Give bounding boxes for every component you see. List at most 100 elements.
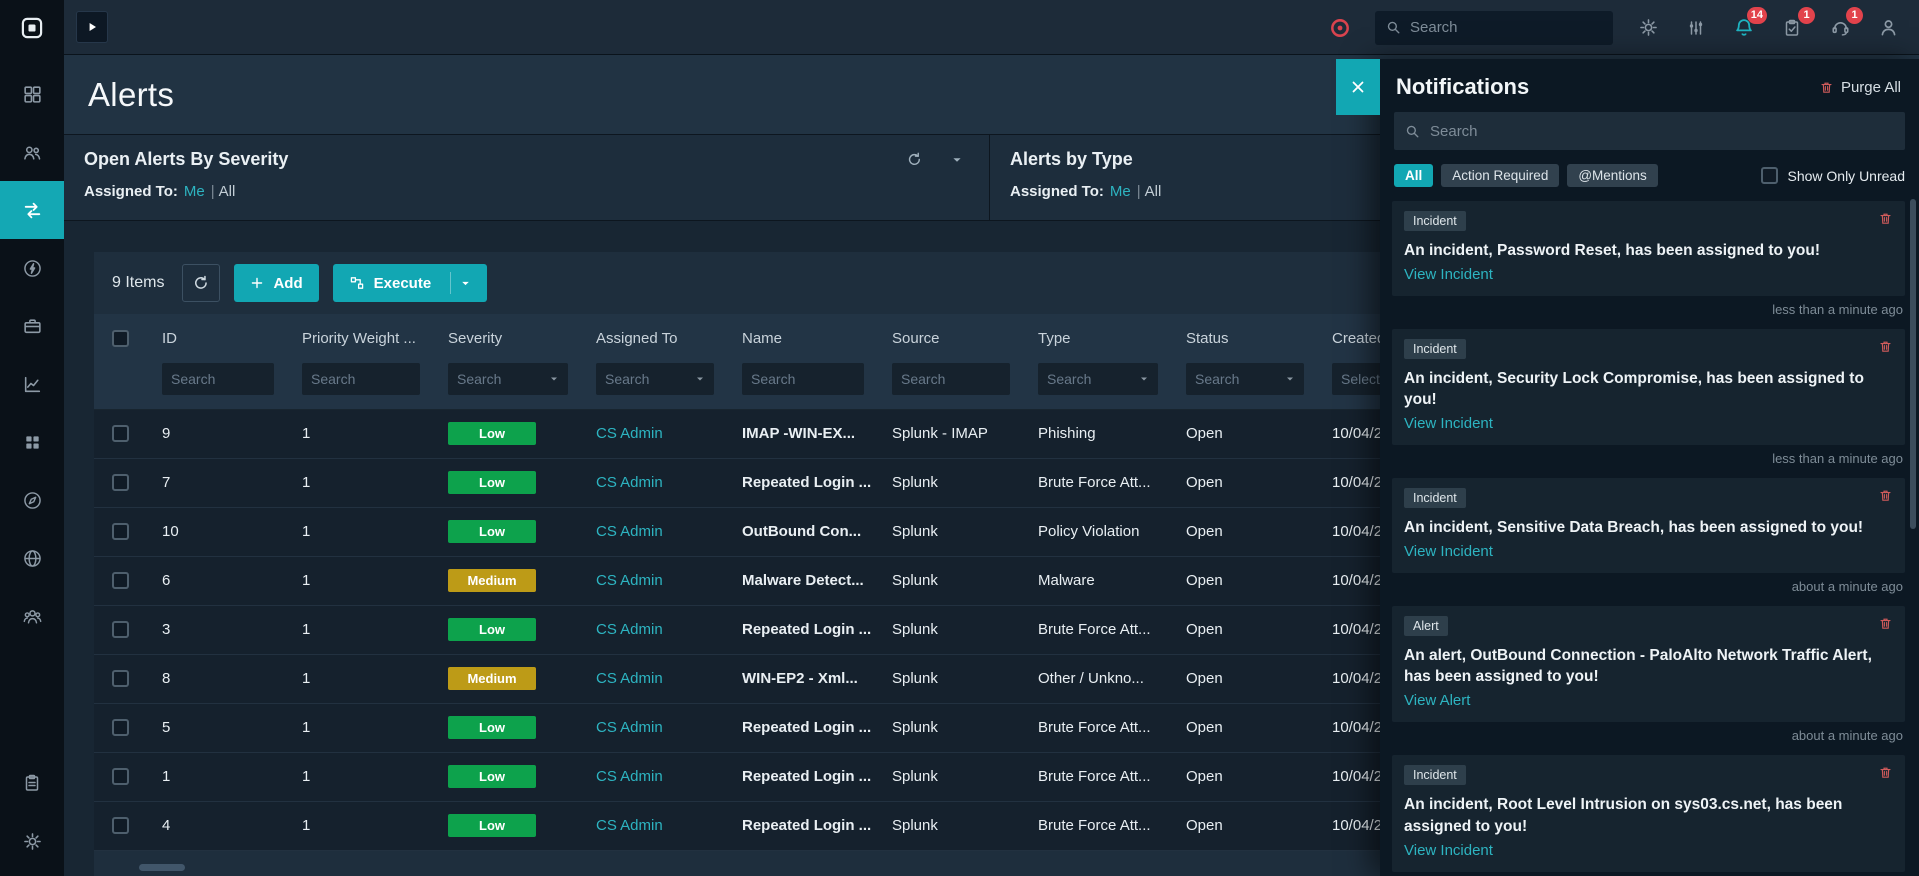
tasks-icon[interactable]: 1 (1779, 6, 1815, 41)
sidebar-item-analytics[interactable] (0, 355, 64, 413)
assigned-to-link[interactable]: CS Admin (596, 621, 663, 638)
filter-id[interactable] (162, 363, 274, 396)
notification-card[interactable]: Incident An incident, Security Lock Compr… (1392, 328, 1905, 446)
column-header-source[interactable]: Source (878, 314, 1024, 362)
assigned-all-link[interactable]: All (219, 183, 236, 200)
row-checkbox[interactable] (112, 523, 129, 541)
assigned-all-link[interactable]: All (1145, 183, 1162, 200)
notifications-search[interactable] (1394, 112, 1905, 150)
row-checkbox[interactable] (112, 474, 129, 492)
filter-input-assigned-to[interactable] (605, 371, 691, 388)
add-button[interactable]: Add (234, 264, 319, 302)
sidebar-item-quick-actions[interactable] (0, 239, 64, 297)
chevron-down-icon[interactable] (1285, 374, 1295, 384)
sidebar-item-alerts[interactable] (0, 181, 64, 239)
filter-input-name[interactable] (751, 371, 855, 388)
notification-view-link[interactable]: View Incident (1404, 266, 1493, 283)
notification-card[interactable]: Incident An incident, Sensitive Data Brea… (1392, 478, 1905, 573)
org-controls-icon[interactable] (1683, 15, 1709, 41)
notification-card[interactable]: Alert An alert, OutBound Connection - Pal… (1392, 605, 1905, 723)
row-checkbox[interactable] (112, 817, 129, 835)
notification-view-link[interactable]: View Incident (1404, 842, 1493, 859)
sidebar-item-settings[interactable] (0, 812, 64, 870)
assigned-to-link[interactable]: CS Admin (596, 719, 663, 736)
show-only-unread-toggle[interactable]: Show Only Unread (1761, 167, 1905, 184)
chevron-down-icon[interactable] (549, 374, 559, 384)
record-status-icon[interactable] (1327, 15, 1353, 41)
purge-all-button[interactable]: Purge All (1819, 79, 1901, 96)
column-header-assigned-to[interactable]: Assigned To (582, 314, 728, 362)
filter-input-priority-weight[interactable] (311, 371, 411, 388)
global-search[interactable] (1375, 10, 1613, 45)
row-checkbox[interactable] (112, 670, 129, 688)
close-notifications-button[interactable] (1336, 59, 1380, 115)
sidebar-item-reports[interactable] (0, 754, 64, 812)
filter-severity[interactable] (448, 363, 568, 396)
assigned-me-link[interactable]: Me (184, 183, 205, 200)
sidebar-item-apps[interactable] (0, 413, 64, 471)
global-search-input[interactable] (1410, 19, 1609, 36)
filter-chip-action-required[interactable]: Action Required (1441, 164, 1560, 187)
row-checkbox[interactable] (112, 621, 129, 639)
chevron-down-icon[interactable] (951, 154, 963, 166)
assigned-to-link[interactable]: CS Admin (596, 817, 663, 834)
chevron-down-icon[interactable] (1139, 374, 1149, 384)
delete-notification-button[interactable] (1878, 616, 1893, 631)
filter-type[interactable] (1038, 363, 1158, 396)
notification-view-link[interactable]: View Alert (1404, 692, 1470, 709)
column-header-type[interactable]: Type (1024, 314, 1172, 362)
filter-assigned-to[interactable] (596, 363, 714, 396)
refresh-icon[interactable] (906, 151, 923, 168)
delete-notification-button[interactable] (1878, 765, 1893, 780)
sidebar-item-community[interactable] (0, 587, 64, 645)
app-logo[interactable] (0, 0, 64, 55)
filter-name[interactable] (742, 363, 864, 396)
delete-notification-button[interactable] (1878, 488, 1893, 503)
assigned-me-link[interactable]: Me (1110, 183, 1131, 200)
filter-chip-@mentions[interactable]: @Mentions (1567, 164, 1658, 187)
table-horizontal-scrollbar[interactable] (139, 864, 185, 871)
column-header-status[interactable]: Status (1172, 314, 1318, 362)
filter-input-status[interactable] (1195, 371, 1281, 388)
column-header-id[interactable]: ID (148, 314, 288, 362)
filter-input-id[interactable] (171, 371, 265, 388)
sidebar-item-users[interactable] (0, 123, 64, 181)
filter-chip-all[interactable]: All (1394, 164, 1434, 187)
assistant-icon[interactable]: 1 (1827, 6, 1863, 41)
column-header-priority-weight[interactable]: Priority Weight ... (288, 314, 434, 362)
filter-input-type[interactable] (1047, 371, 1135, 388)
notification-card[interactable]: Incident An incident, Password Reset, has… (1392, 201, 1905, 296)
chevron-down-icon[interactable] (460, 278, 471, 289)
assigned-to-link[interactable]: CS Admin (596, 768, 663, 785)
notification-view-link[interactable]: View Incident (1404, 415, 1493, 432)
row-checkbox[interactable] (112, 768, 129, 786)
select-all-checkbox[interactable] (112, 329, 129, 347)
row-checkbox[interactable] (112, 425, 129, 443)
filter-input-severity[interactable] (457, 371, 545, 388)
column-header-severity[interactable]: Severity (434, 314, 582, 362)
sidebar-item-web[interactable] (0, 529, 64, 587)
notifications-scrollbar[interactable] (1910, 199, 1916, 529)
execute-button[interactable]: Execute (332, 264, 488, 302)
sidebar-item-dashboard[interactable] (0, 65, 64, 123)
notification-card[interactable]: Incident An incident, Root Level Intrusio… (1392, 755, 1905, 872)
assigned-to-link[interactable]: CS Admin (596, 425, 663, 442)
user-profile-icon[interactable] (1875, 15, 1901, 41)
filter-priority-weight[interactable] (302, 363, 420, 396)
table-refresh-button[interactable] (182, 264, 221, 302)
column-header-name[interactable]: Name (728, 314, 878, 362)
row-checkbox[interactable] (112, 719, 129, 737)
assigned-to-link[interactable]: CS Admin (596, 474, 663, 491)
row-checkbox[interactable] (112, 572, 129, 590)
delete-notification-button[interactable] (1878, 211, 1893, 226)
filter-status[interactable] (1186, 363, 1304, 396)
filter-input-source[interactable] (901, 371, 1001, 388)
chevron-down-icon[interactable] (695, 374, 705, 384)
filter-source[interactable] (892, 363, 1010, 396)
assigned-to-link[interactable]: CS Admin (596, 572, 663, 589)
settings-gear-icon[interactable] (1635, 15, 1661, 41)
sidebar-item-threat-intel[interactable] (0, 471, 64, 529)
sidebar-item-cases[interactable] (0, 297, 64, 355)
delete-notification-button[interactable] (1878, 339, 1893, 354)
assigned-to-link[interactable]: CS Admin (596, 670, 663, 687)
